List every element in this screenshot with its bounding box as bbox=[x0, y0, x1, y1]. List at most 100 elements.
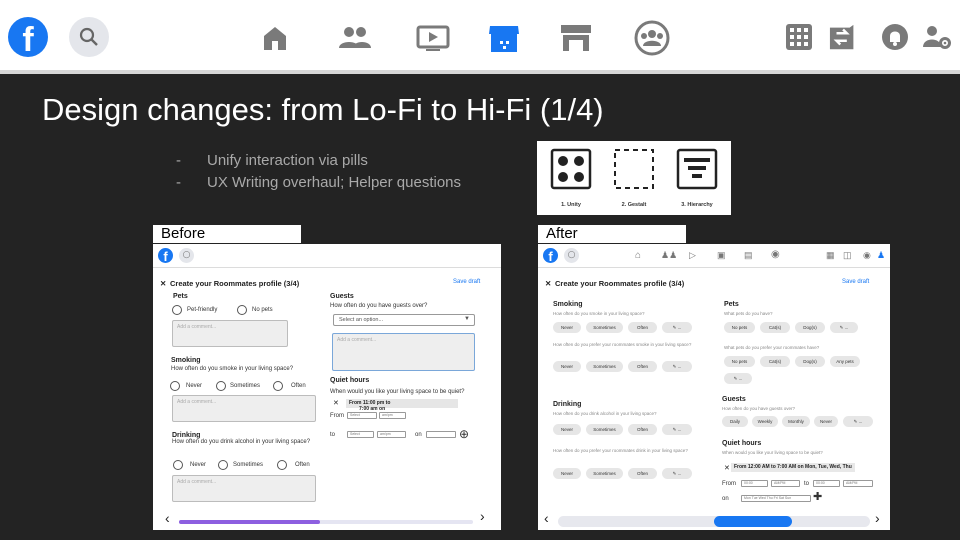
groups-nav-button[interactable] bbox=[634, 20, 670, 56]
pill-sometimes[interactable]: Sometimes bbox=[586, 424, 623, 435]
pill-often[interactable]: Often bbox=[628, 424, 657, 435]
close-icon[interactable]: ✕ bbox=[160, 279, 166, 288]
to-time-select[interactable]: 00:00 bbox=[813, 480, 840, 487]
groups-icon[interactable]: ◉ bbox=[771, 249, 780, 260]
pill-often[interactable]: Often bbox=[628, 322, 657, 333]
pill-any-pets[interactable]: Any pets bbox=[830, 356, 860, 367]
pill-sometimes[interactable]: Sometimes bbox=[586, 468, 623, 479]
pill-no-pets[interactable]: No pets bbox=[724, 322, 755, 333]
radio-pet-friendly[interactable] bbox=[172, 305, 182, 315]
watch-nav-button[interactable] bbox=[415, 20, 451, 56]
watch-icon[interactable]: ▷ bbox=[689, 250, 696, 261]
radio-never[interactable] bbox=[173, 460, 183, 470]
pill-add-comment[interactable]: ✎ ... bbox=[843, 416, 873, 427]
pill-dogs[interactable]: Dog(s) bbox=[795, 356, 825, 367]
radio-often[interactable] bbox=[277, 460, 287, 470]
pill-monthly[interactable]: Monthly bbox=[782, 416, 810, 427]
quiet-hours-chip[interactable]: From 12:00 AM to 7:00 AM on Mon, Tue, We… bbox=[731, 463, 855, 472]
facebook-logo[interactable]: f bbox=[543, 248, 558, 263]
home-nav-button[interactable] bbox=[257, 20, 293, 56]
facebook-logo[interactable]: f bbox=[8, 17, 48, 57]
smoking-comment-field[interactable]: Add a comment... bbox=[172, 395, 316, 422]
home-icon bbox=[264, 27, 286, 50]
radio-often[interactable] bbox=[273, 381, 283, 391]
mini-top-bar: f ○ ⌂ ♟♟ ▷ ▣ ▤ ◉ ▦ ◫ ◉ ♟ bbox=[538, 244, 890, 268]
friends-nav-button[interactable] bbox=[337, 20, 373, 56]
pill-cats[interactable]: Cat(s) bbox=[760, 322, 790, 333]
pill-never[interactable]: Never bbox=[553, 361, 581, 372]
to-time-select[interactable]: Select bbox=[347, 431, 374, 438]
pill-often[interactable]: Often bbox=[628, 468, 657, 479]
account-settings-icon[interactable]: ♟ bbox=[877, 250, 885, 261]
scroll-left-icon[interactable]: ‹ bbox=[544, 510, 549, 526]
pill-add-comment[interactable]: ✎ ... bbox=[662, 322, 692, 333]
pets-heading: Pets bbox=[173, 293, 188, 300]
from-ampm-select[interactable]: am/pm bbox=[379, 412, 406, 419]
pill-add-comment[interactable]: ✎ ... bbox=[662, 468, 692, 479]
guests-select[interactable]: Select an option... ▼ bbox=[333, 314, 475, 326]
scroll-left-icon[interactable]: ‹ bbox=[165, 510, 170, 526]
pets-comment-field[interactable]: Add a comment... bbox=[172, 320, 288, 347]
notifications-icon[interactable]: ◉ bbox=[863, 250, 871, 261]
search-icon[interactable]: ○ bbox=[564, 248, 579, 263]
drinking-comment-field[interactable]: Add a comment... bbox=[172, 475, 316, 502]
pill-sometimes[interactable]: Sometimes bbox=[586, 322, 623, 333]
add-circle-icon[interactable]: ⊕ bbox=[459, 427, 469, 441]
from-label: From bbox=[722, 481, 736, 487]
radio-no-pets[interactable] bbox=[237, 305, 247, 315]
pill-never[interactable]: Never bbox=[553, 424, 581, 435]
pill-add-comment[interactable]: ✎ ... bbox=[724, 373, 752, 384]
pill-sometimes[interactable]: Sometimes bbox=[586, 361, 623, 372]
pill-weekly[interactable]: Weekly bbox=[752, 416, 778, 427]
marketplace-icon[interactable]: ▣ bbox=[717, 250, 726, 261]
messenger-icon[interactable]: ◫ bbox=[843, 250, 852, 261]
store-icon[interactable]: ▤ bbox=[744, 250, 753, 261]
account-settings-button[interactable] bbox=[922, 22, 952, 52]
pill-often[interactable]: Often bbox=[628, 361, 657, 372]
add-icon[interactable]: ✚ bbox=[813, 490, 822, 503]
to-ampm-select[interactable]: am/pm bbox=[377, 431, 406, 438]
pill-add-comment[interactable]: ✎ ... bbox=[662, 361, 692, 372]
close-icon[interactable]: ✕ bbox=[333, 399, 339, 407]
menu-grid-icon[interactable]: ▦ bbox=[826, 250, 835, 261]
pill-daily[interactable]: Daily bbox=[722, 416, 748, 427]
pill-never[interactable]: Never bbox=[553, 322, 581, 333]
chevron-down-icon: ▼ bbox=[464, 316, 470, 322]
scroll-right-icon[interactable]: › bbox=[875, 510, 880, 526]
pill-no-pets[interactable]: No pets bbox=[724, 356, 755, 367]
facebook-logo[interactable]: f bbox=[158, 248, 173, 263]
days-select[interactable]: Mon Tue Wed Thu Fri Sat Sun bbox=[741, 495, 811, 502]
pill-add-comment[interactable]: ✎ ... bbox=[830, 322, 858, 333]
from-time-select[interactable]: 00:00 bbox=[741, 480, 768, 487]
radio-sometimes[interactable] bbox=[216, 381, 226, 391]
radio-sometimes[interactable] bbox=[218, 460, 228, 470]
from-time-select[interactable]: Select bbox=[347, 412, 377, 419]
principle-label: 3. Hierarchy bbox=[681, 202, 713, 208]
save-draft-link[interactable]: Save draft bbox=[453, 279, 480, 285]
pill-dogs[interactable]: Dog(s) bbox=[795, 322, 825, 333]
messenger-button[interactable] bbox=[829, 22, 859, 52]
pill-never[interactable]: Never bbox=[814, 416, 838, 427]
to-ampm-select[interactable]: AM/PM bbox=[843, 480, 873, 487]
menu-grid-button[interactable] bbox=[784, 22, 814, 52]
store-nav-button[interactable] bbox=[558, 20, 594, 56]
scroll-right-icon[interactable]: › bbox=[480, 508, 485, 524]
day-select[interactable] bbox=[426, 431, 456, 438]
marketplace-nav-button[interactable] bbox=[486, 20, 522, 56]
watch-icon bbox=[416, 25, 450, 51]
drinking-heading: Drinking bbox=[172, 432, 201, 439]
home-icon[interactable]: ⌂ bbox=[635, 250, 641, 261]
save-draft-link[interactable]: Save draft bbox=[842, 279, 869, 285]
pill-cats[interactable]: Cat(s) bbox=[760, 356, 790, 367]
pill-add-comment[interactable]: ✎ ... bbox=[662, 424, 692, 435]
from-ampm-select[interactable]: AM/PM bbox=[771, 480, 800, 487]
notifications-button[interactable] bbox=[880, 22, 910, 52]
close-icon[interactable]: ✕ bbox=[724, 464, 730, 472]
guests-comment-field[interactable]: Add a comment... bbox=[332, 333, 475, 371]
search-icon[interactable]: ○ bbox=[179, 248, 194, 263]
radio-never[interactable] bbox=[170, 381, 180, 391]
search-button[interactable] bbox=[69, 17, 109, 57]
close-icon[interactable]: ✕ bbox=[545, 279, 551, 288]
pill-never[interactable]: Never bbox=[553, 468, 581, 479]
friends-icon[interactable]: ♟♟ bbox=[661, 250, 677, 261]
